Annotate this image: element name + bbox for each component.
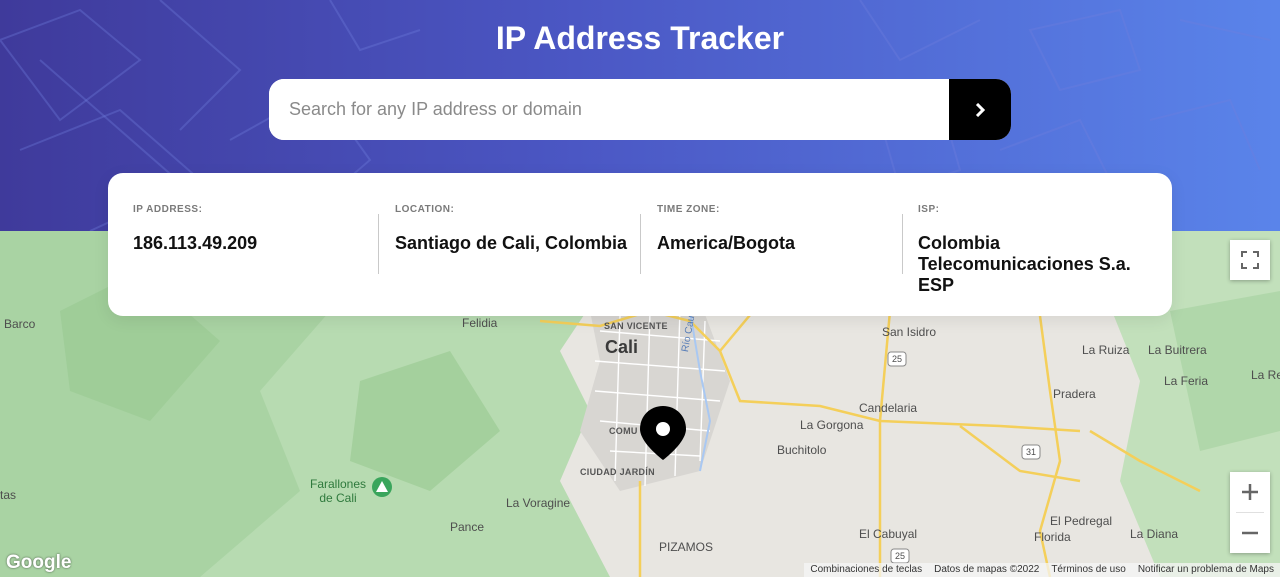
timezone-section: Time Zone: America/Bogota (640, 173, 902, 316)
map-place-la-diana: La Diana (1130, 527, 1179, 541)
map-place-san-isidro: San Isidro (882, 325, 937, 339)
search-submit-button[interactable] (949, 79, 1011, 140)
map-place-la-gorgona: La Gorgona (800, 418, 864, 432)
map-place-pizamos: PIZAMOS (659, 540, 714, 554)
divider (378, 214, 379, 274)
search-bar (269, 79, 1011, 140)
isp-label: ISP: (918, 204, 940, 215)
keyboard-shortcuts-link[interactable]: Combinaciones de teclas (804, 563, 928, 577)
zoom-controls (1230, 472, 1270, 553)
map-place-felidia: Felidia (462, 316, 498, 330)
map-place-la-re: La Re (1251, 368, 1280, 382)
map-place-pradera: Pradera (1053, 387, 1096, 401)
divider (640, 214, 641, 274)
map-place-el-pedregal: El Pedregal (1050, 514, 1113, 528)
map-place-ciudad-jardin: CIUDAD JARDÍN (580, 467, 655, 477)
report-problem-link[interactable]: Notificar un problema de Maps (1132, 563, 1280, 577)
map-place-la-ruiza: La Ruiza (1082, 343, 1130, 357)
map-place-florida: Florida (1034, 530, 1071, 544)
fullscreen-icon (1241, 251, 1259, 269)
ip-address-value: 186.113.49.209 (133, 233, 258, 253)
map-place-la-voragine: La Voragine (506, 496, 571, 510)
map-place-la-feria: La Feria (1164, 374, 1209, 388)
map-footer: Combinaciones de teclas Datos de mapas ©… (804, 563, 1280, 577)
timezone-label: Time Zone: (657, 204, 720, 215)
ip-address-section: IP Address: 186.113.49.209 (108, 173, 378, 316)
map-place-candelaria: Candelaria (859, 401, 918, 415)
plus-icon (1242, 484, 1258, 500)
zoom-in-button[interactable] (1230, 472, 1270, 512)
ip-info-card: IP Address: 186.113.49.209 Location: San… (108, 173, 1172, 316)
map-place-buchitolo: Buchitolo (777, 443, 827, 457)
route-shield-31: 31 (1026, 447, 1037, 457)
location-label: Location: (395, 204, 455, 215)
timezone-value: America/Bogota (657, 233, 796, 253)
map-place-barco: Barco (4, 317, 36, 331)
map-place-la-buitrera: La Buitrera (1148, 343, 1207, 357)
isp-section: ISP: Colombia Telecomunicaciones S.a. ES… (902, 173, 1138, 316)
map-place-pance: Pance (450, 520, 485, 534)
map-place-comuna: COMU (609, 426, 638, 436)
location-value: Santiago de Cali, Colombia (395, 233, 628, 253)
minus-icon (1242, 531, 1258, 535)
map-data-text: Datos de mapas ©2022 (934, 564, 1040, 575)
map-place-san-vicente: SAN VICENTE (604, 321, 668, 331)
map-place-farallones: Farallones de Cali (309, 477, 367, 505)
terms-link[interactable]: Términos de uso (1045, 563, 1131, 577)
page-title: IP Address Tracker (495, 20, 785, 56)
fullscreen-button[interactable] (1230, 240, 1270, 280)
google-logo: Google (6, 552, 72, 573)
route-shield-25: 25 (892, 354, 903, 364)
chevron-right-icon (975, 102, 985, 117)
search-input[interactable] (269, 79, 949, 140)
zoom-out-button[interactable] (1230, 513, 1270, 553)
map-place-cali: Cali (605, 337, 639, 357)
route-shield-25: 25 (895, 551, 906, 561)
map-place-el-cabuyal: El Cabuyal (859, 527, 918, 541)
isp-value: Colombia Telecomunicaciones S.a. ESP (918, 233, 1131, 295)
map-place-tas: tas (0, 488, 17, 502)
location-section: Location: Santiago de Cali, Colombia (378, 173, 640, 316)
ip-address-label: IP Address: (133, 204, 203, 215)
divider (902, 214, 903, 274)
